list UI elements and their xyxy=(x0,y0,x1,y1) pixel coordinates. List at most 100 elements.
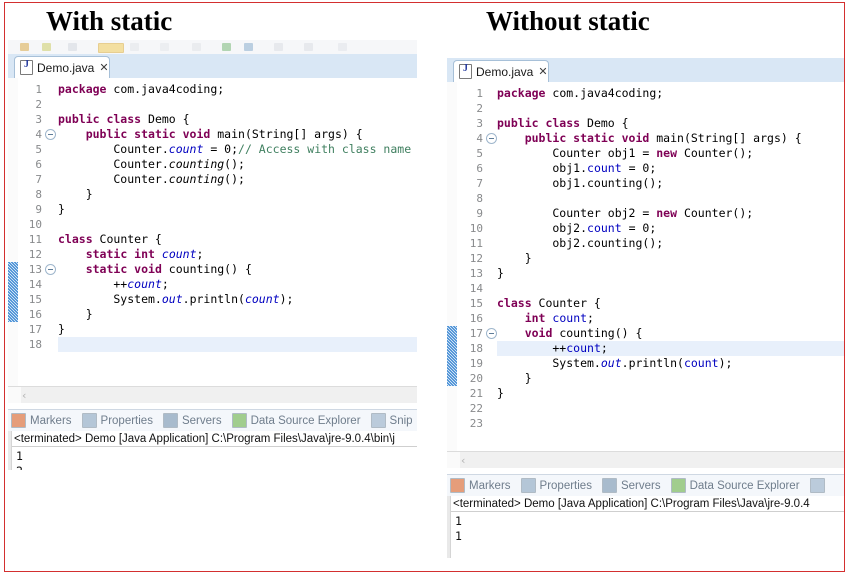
editor-tab-label: Demo.java xyxy=(37,61,94,75)
code-line: obj2.count = 0; xyxy=(497,221,845,236)
code-token: = 0; xyxy=(622,161,657,175)
editor-toolbar[interactable] xyxy=(8,40,417,55)
code-token xyxy=(497,131,525,145)
page-title-with-static: With static xyxy=(46,6,172,37)
code-token: new xyxy=(656,206,677,220)
view-tab-servers[interactable]: Servers xyxy=(160,410,229,431)
editor-tab-demo-java[interactable]: Demo.java ✕ xyxy=(14,56,110,78)
line-number: 23 xyxy=(457,416,483,431)
toolbar-icon-search[interactable] xyxy=(192,43,201,51)
line-number: 17 xyxy=(18,322,42,337)
line-number: 8 xyxy=(18,187,42,202)
code-fold-toggle-icon[interactable] xyxy=(45,129,56,140)
toolbar-icon-perspective[interactable] xyxy=(338,43,347,51)
code-line: ++count; xyxy=(497,341,845,356)
code-token: new xyxy=(656,146,677,160)
code-token: = 0; xyxy=(622,221,657,235)
toolbar-icon-back[interactable] xyxy=(274,43,283,51)
line-number: 3 xyxy=(457,116,483,131)
code-line: static void counting() { xyxy=(58,262,417,277)
code-line: public static void main(String[] args) { xyxy=(58,127,417,142)
close-icon[interactable]: ✕ xyxy=(538,66,547,77)
code-token: } xyxy=(58,202,65,216)
toolbar-icon-external-tools[interactable] xyxy=(160,43,169,51)
code-token: Counter. xyxy=(58,142,169,156)
code-line: public class Demo { xyxy=(497,116,845,131)
console-view[interactable]: <terminated> Demo [Java Application] C:\… xyxy=(8,431,417,470)
toolbar-icon-print[interactable] xyxy=(42,43,51,51)
code-fold-toggle-icon[interactable] xyxy=(486,328,497,339)
view-tab-snippets[interactable] xyxy=(807,475,836,496)
line-number: 12 xyxy=(18,247,42,262)
code-line xyxy=(497,191,845,206)
line-number: 1 xyxy=(457,86,483,101)
code-line xyxy=(497,281,845,296)
properties-icon xyxy=(82,413,97,428)
code-fold-toggle-icon[interactable] xyxy=(45,264,56,275)
code-token xyxy=(58,247,86,261)
view-tab-properties[interactable]: Properties xyxy=(79,410,160,431)
view-tab-snip[interactable]: Snip xyxy=(368,410,417,431)
view-tab-servers[interactable]: Servers xyxy=(599,475,668,496)
code-line: System.out.println(count); xyxy=(497,356,845,371)
code-line xyxy=(497,401,845,416)
view-tab-label: Snip xyxy=(390,415,413,427)
code-token: Counter obj1 = xyxy=(497,146,656,160)
code-token: .println( xyxy=(622,356,684,370)
eclipse-window-with-static: Demo.java ✕ 123456789101112131415161718 … xyxy=(8,40,417,470)
code-text-area[interactable]: package com.java4coding;public class Dem… xyxy=(497,82,845,451)
code-token: ; xyxy=(197,247,204,261)
code-token: count xyxy=(245,292,280,306)
code-text-area[interactable]: package com.java4coding;public class Dem… xyxy=(58,78,417,386)
view-tab-markers[interactable]: Markers xyxy=(447,475,518,496)
console-view[interactable]: <terminated> Demo [Java Application] C:\… xyxy=(447,496,845,558)
toolbar-icon-next-annotation[interactable] xyxy=(222,43,231,51)
line-number: 18 xyxy=(18,337,42,352)
editor-tab-demo-java[interactable]: Demo.java ✕ xyxy=(453,60,549,82)
line-number: 21 xyxy=(457,386,483,401)
view-tab-data-source-explorer[interactable]: Data Source Explorer xyxy=(668,475,807,496)
editor-horizontal-scrollbar[interactable]: ‹ xyxy=(447,451,845,469)
code-token: ; xyxy=(601,341,608,355)
bottom-view-tab-bar[interactable]: MarkersPropertiesServersData Source Expl… xyxy=(447,474,845,497)
code-fold-toggle-icon[interactable] xyxy=(486,133,497,144)
console-output: 11 xyxy=(447,512,845,544)
code-token: Counter. xyxy=(58,157,169,171)
servers-icon xyxy=(602,478,617,493)
line-number: 9 xyxy=(457,206,483,221)
code-token: count xyxy=(552,311,587,325)
view-tab-markers[interactable]: Markers xyxy=(8,410,79,431)
scroll-left-icon[interactable]: ‹ xyxy=(22,390,26,401)
scrollbar-track-end xyxy=(8,387,21,404)
editor-horizontal-scrollbar[interactable]: ‹ xyxy=(8,386,417,404)
code-editor-with-static[interactable]: 123456789101112131415161718 package com.… xyxy=(8,78,417,386)
close-icon[interactable]: ✕ xyxy=(99,62,108,73)
code-line xyxy=(497,416,845,431)
view-tab-data-source-explorer[interactable]: Data Source Explorer xyxy=(229,410,368,431)
line-number: 9 xyxy=(18,202,42,217)
code-line: Counter obj2 = new Counter(); xyxy=(497,206,845,221)
toolbar-icon-debug[interactable] xyxy=(130,43,139,51)
line-number: 5 xyxy=(457,146,483,161)
code-token: } xyxy=(58,187,93,201)
line-number: 14 xyxy=(457,281,483,296)
code-line: class Counter { xyxy=(497,296,845,311)
console-left-edge xyxy=(8,431,12,470)
code-token: static int xyxy=(86,247,155,261)
toolbar-icon-run[interactable] xyxy=(98,43,124,53)
code-line: class Counter { xyxy=(58,232,417,247)
console-output-line: 1 xyxy=(451,514,845,529)
annotation-marker xyxy=(8,262,18,322)
code-token: = 0; xyxy=(203,142,238,156)
toolbar-icon-forward[interactable] xyxy=(304,43,313,51)
scroll-left-icon[interactable]: ‹ xyxy=(461,455,465,466)
bottom-view-tab-bar[interactable]: MarkersPropertiesServersData Source Expl… xyxy=(8,409,417,432)
snippets-icon xyxy=(371,413,386,428)
code-line: ++count; xyxy=(58,277,417,292)
code-editor-without-static[interactable]: 1234567891011121314151617181920212223 pa… xyxy=(447,82,845,451)
toolbar-icon-new[interactable] xyxy=(68,43,77,51)
toolbar-icon-prev-annotation[interactable] xyxy=(244,43,253,51)
view-tab-properties[interactable]: Properties xyxy=(518,475,599,496)
toolbar-icon-save[interactable] xyxy=(20,43,29,51)
code-token: ++ xyxy=(58,277,127,291)
